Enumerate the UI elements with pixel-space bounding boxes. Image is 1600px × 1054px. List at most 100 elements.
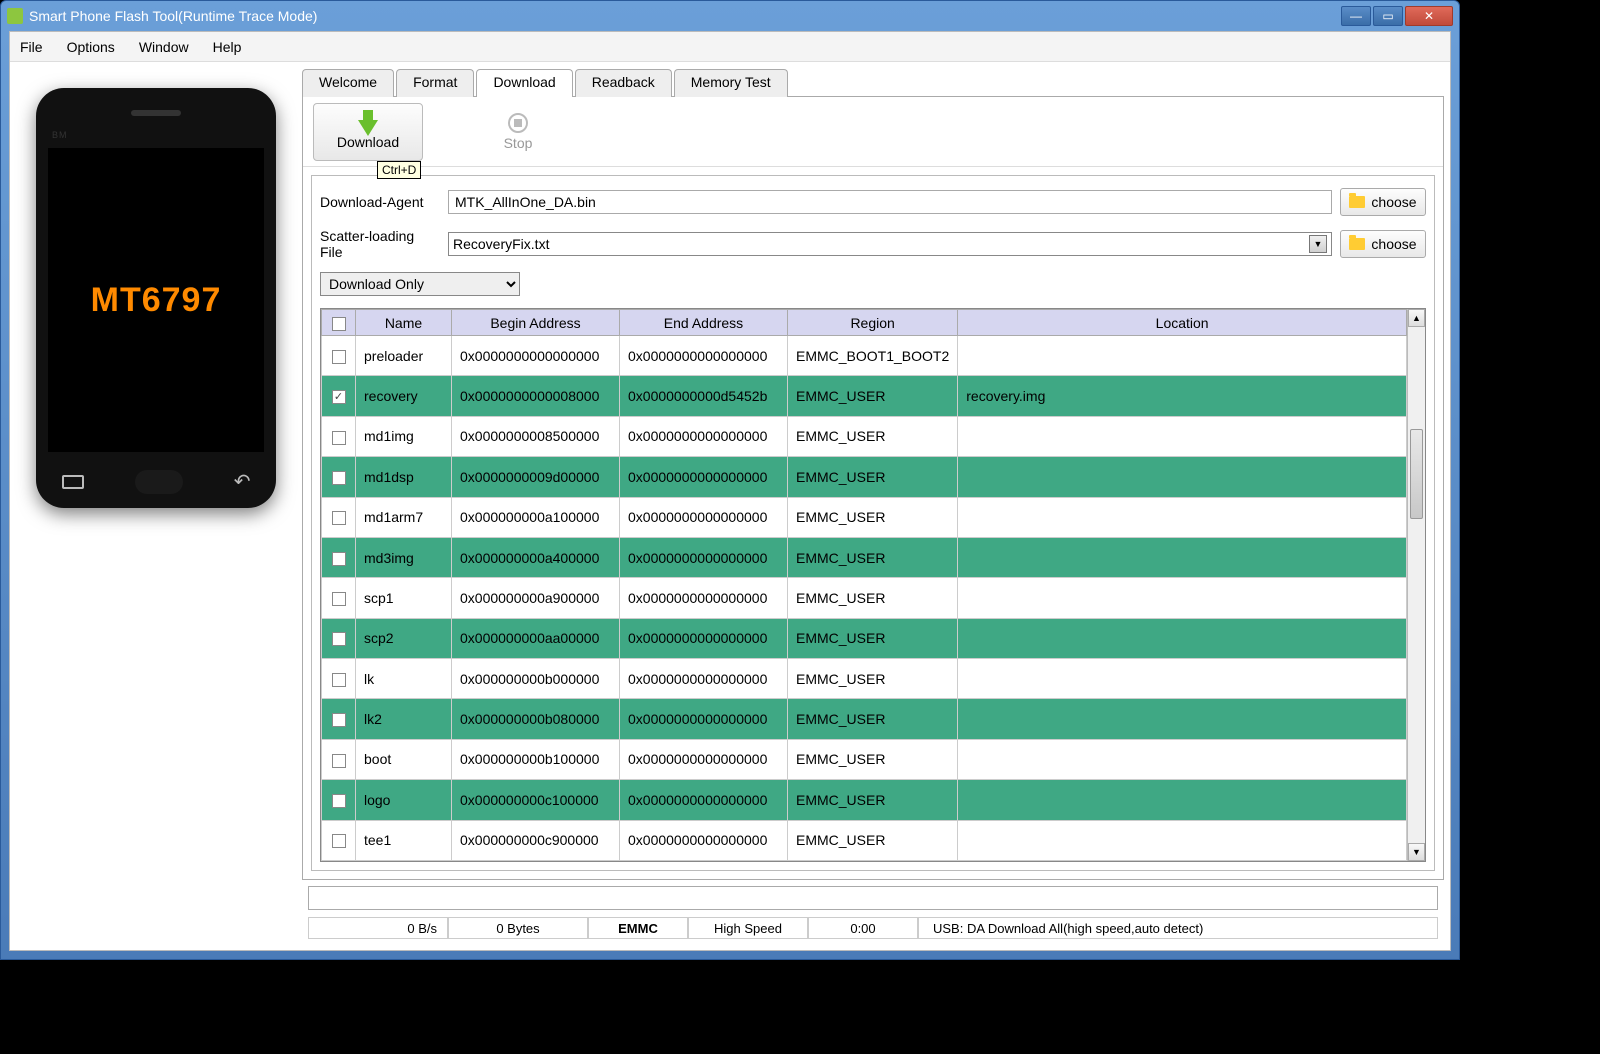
tab-memory-test[interactable]: Memory Test bbox=[674, 69, 788, 97]
row-checkbox[interactable] bbox=[332, 673, 346, 687]
status-bytes: 0 Bytes bbox=[448, 917, 588, 939]
tab-format[interactable]: Format bbox=[396, 69, 474, 97]
tab-welcome[interactable]: Welcome bbox=[302, 69, 394, 97]
maximize-button[interactable]: ▭ bbox=[1373, 6, 1403, 26]
row-checkbox[interactable] bbox=[332, 350, 346, 364]
stop-icon bbox=[508, 113, 528, 133]
client-area: File Options Window Help BM MT6797 ↶ bbox=[9, 31, 1451, 951]
tab-content: Download Stop Ctrl+D Download-Agent bbox=[302, 96, 1444, 880]
cell-name: logo bbox=[356, 780, 452, 820]
close-button[interactable]: ✕ bbox=[1405, 6, 1453, 26]
choose-da-button[interactable]: choose bbox=[1340, 188, 1426, 216]
table-row[interactable]: ✓recovery0x00000000000080000x0000000000d… bbox=[322, 376, 1407, 416]
cell-end: 0x0000000000000000 bbox=[620, 497, 788, 537]
cell-end: 0x0000000000000000 bbox=[620, 618, 788, 658]
scroll-thumb[interactable] bbox=[1410, 429, 1423, 519]
header-location[interactable]: Location bbox=[958, 310, 1407, 336]
table-row[interactable]: md1img0x00000000085000000x00000000000000… bbox=[322, 416, 1407, 456]
tab-download[interactable]: Download bbox=[476, 69, 572, 97]
row-checkbox[interactable]: ✓ bbox=[332, 390, 346, 404]
status-bar: 0 B/s 0 Bytes EMMC High Speed 0:00 USB: … bbox=[308, 916, 1438, 940]
phone-home-icon bbox=[135, 470, 183, 494]
table-row[interactable]: md1dsp0x0000000009d000000x00000000000000… bbox=[322, 457, 1407, 497]
tab-strip: Welcome Format Download Readback Memory … bbox=[302, 68, 1444, 96]
cell-name: lk2 bbox=[356, 699, 452, 739]
cell-location bbox=[958, 618, 1407, 658]
table-row[interactable]: scp10x000000000a9000000x0000000000000000… bbox=[322, 578, 1407, 618]
title-bar[interactable]: Smart Phone Flash Tool(Runtime Trace Mod… bbox=[1, 1, 1459, 31]
table-row[interactable]: scp20x000000000aa000000x0000000000000000… bbox=[322, 618, 1407, 658]
row-checkbox[interactable] bbox=[332, 592, 346, 606]
row-checkbox[interactable] bbox=[332, 511, 346, 525]
cell-region: EMMC_USER bbox=[788, 457, 958, 497]
status-usb: USB: DA Download All(high speed,auto det… bbox=[918, 917, 1438, 939]
choose-scatter-button[interactable]: choose bbox=[1340, 230, 1426, 258]
cell-location bbox=[958, 659, 1407, 699]
status-time: 0:00 bbox=[808, 917, 918, 939]
cell-region: EMMC_USER bbox=[788, 497, 958, 537]
cell-location bbox=[958, 699, 1407, 739]
header-begin[interactable]: Begin Address bbox=[452, 310, 620, 336]
table-row[interactable]: tee10x000000000c9000000x0000000000000000… bbox=[322, 820, 1407, 861]
row-checkbox[interactable] bbox=[332, 471, 346, 485]
tab-readback[interactable]: Readback bbox=[575, 69, 672, 97]
download-mode-select[interactable]: Download Only bbox=[320, 272, 520, 296]
row-checkbox[interactable] bbox=[332, 431, 346, 445]
cell-end: 0x0000000000000000 bbox=[620, 457, 788, 497]
table-row[interactable]: md1arm70x000000000a1000000x0000000000000… bbox=[322, 497, 1407, 537]
dropdown-icon: ▼ bbox=[1309, 235, 1327, 253]
menu-help[interactable]: Help bbox=[213, 39, 242, 55]
table-row[interactable]: lk0x000000000b0000000x0000000000000000EM… bbox=[322, 659, 1407, 699]
row-checkbox[interactable] bbox=[332, 632, 346, 646]
row-checkbox[interactable] bbox=[332, 834, 346, 848]
cell-name: md1dsp bbox=[356, 457, 452, 497]
scatter-file-combobox[interactable]: RecoveryFix.txt ▼ bbox=[448, 232, 1332, 256]
menu-file[interactable]: File bbox=[20, 39, 43, 55]
cell-end: 0x0000000000000000 bbox=[620, 659, 788, 699]
download-button[interactable]: Download bbox=[313, 103, 423, 161]
menu-window[interactable]: Window bbox=[139, 39, 189, 55]
status-speed: 0 B/s bbox=[308, 917, 448, 939]
minimize-button[interactable]: — bbox=[1341, 6, 1371, 26]
progress-panel bbox=[308, 886, 1438, 910]
cell-end: 0x0000000000d5452b bbox=[620, 376, 788, 416]
download-agent-label: Download-Agent bbox=[320, 194, 440, 210]
cell-name: tee1 bbox=[356, 820, 452, 861]
menu-options[interactable]: Options bbox=[67, 39, 115, 55]
download-agent-input[interactable] bbox=[448, 190, 1332, 214]
header-name[interactable]: Name bbox=[356, 310, 452, 336]
scroll-down-icon[interactable]: ▼ bbox=[1408, 843, 1425, 861]
table-row[interactable]: preloader0x00000000000000000x00000000000… bbox=[322, 336, 1407, 376]
table-row[interactable]: lk20x000000000b0800000x0000000000000000E… bbox=[322, 699, 1407, 739]
header-end[interactable]: End Address bbox=[620, 310, 788, 336]
cell-region: EMMC_USER bbox=[788, 416, 958, 456]
row-checkbox[interactable] bbox=[332, 713, 346, 727]
cell-begin: 0x0000000000000000 bbox=[452, 336, 620, 376]
cell-name: md1img bbox=[356, 416, 452, 456]
menu-bar: File Options Window Help bbox=[10, 32, 1450, 62]
phone-back-icon: ↶ bbox=[234, 469, 251, 494]
cell-begin: 0x000000000aa00000 bbox=[452, 618, 620, 658]
cell-region: EMMC_USER bbox=[788, 780, 958, 820]
table-row[interactable]: md3img0x000000000a4000000x00000000000000… bbox=[322, 537, 1407, 577]
scroll-up-icon[interactable]: ▲ bbox=[1408, 309, 1425, 327]
cell-end: 0x0000000000000000 bbox=[620, 780, 788, 820]
row-checkbox[interactable] bbox=[332, 794, 346, 808]
cell-region: EMMC_USER bbox=[788, 537, 958, 577]
table-scrollbar[interactable]: ▲ ▼ bbox=[1407, 309, 1425, 861]
row-checkbox[interactable] bbox=[332, 552, 346, 566]
cell-location bbox=[958, 336, 1407, 376]
cell-end: 0x0000000000000000 bbox=[620, 336, 788, 376]
header-checkbox[interactable] bbox=[322, 310, 356, 336]
row-checkbox[interactable] bbox=[332, 754, 346, 768]
table-row[interactable]: logo0x000000000c1000000x0000000000000000… bbox=[322, 780, 1407, 820]
stop-button[interactable]: Stop bbox=[463, 103, 573, 161]
cell-location bbox=[958, 739, 1407, 779]
header-region[interactable]: Region bbox=[788, 310, 958, 336]
cell-begin: 0x0000000000008000 bbox=[452, 376, 620, 416]
cell-region: EMMC_BOOT1_BOOT2 bbox=[788, 336, 958, 376]
stop-button-label: Stop bbox=[504, 135, 533, 151]
table-row[interactable]: boot0x000000000b1000000x0000000000000000… bbox=[322, 739, 1407, 779]
cell-end: 0x0000000000000000 bbox=[620, 739, 788, 779]
cell-end: 0x0000000000000000 bbox=[620, 416, 788, 456]
